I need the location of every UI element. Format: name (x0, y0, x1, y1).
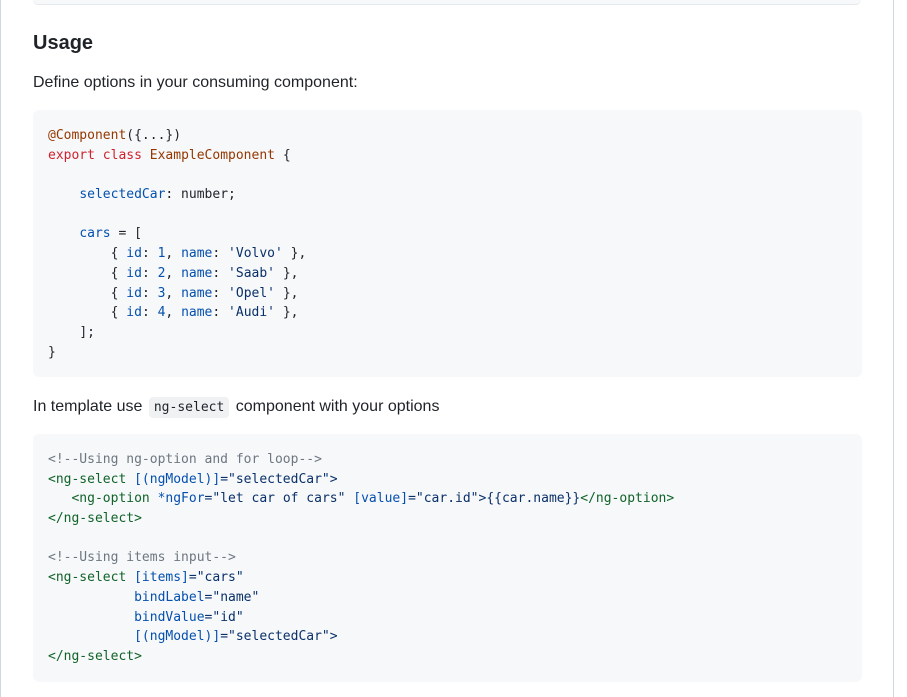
tag-token: </ng-option> (580, 491, 675, 507)
section-heading-usage: Usage (33, 32, 94, 54)
property-token: id (126, 305, 142, 321)
code-line: bindLabel="name" (48, 588, 847, 608)
property-token: selectedCar (79, 187, 166, 203)
code-token: { (110, 285, 127, 301)
code-line: <ng-select [(ngModel)]="selectedCar"> (48, 470, 847, 490)
code-line: <ng-option *ngFor="let car of cars" [val… (48, 489, 847, 509)
code-line: <ng-select [items]="cars" (48, 568, 847, 588)
tag-token: <ng-select (48, 471, 135, 487)
code-line: ]; (48, 323, 847, 343)
code-line: export class ExampleComponent { (48, 146, 847, 166)
class-name-token: ExampleComponent (149, 147, 275, 163)
code-token: }, (275, 305, 299, 321)
inline-code-ng-select: ng-select (148, 397, 230, 418)
string-token: ="id" (204, 609, 244, 625)
string-token: ="selectedCar"> (220, 629, 338, 645)
code-line: cars = [ (48, 224, 847, 244)
previous-code-block-edge (33, 0, 861, 5)
code-token: } (48, 344, 56, 360)
string-token: ="name" (204, 589, 260, 605)
code-token: { (110, 305, 127, 321)
code-token: { (110, 265, 127, 281)
string-token: 'Volvo' (228, 246, 283, 262)
intro-paragraph: Define options in your consuming compone… (33, 74, 358, 91)
property-token: name (181, 246, 213, 262)
property-token: name (181, 285, 213, 301)
comment-token: <!--Using ng-option and for loop--> (48, 452, 322, 467)
code-token: { (110, 246, 127, 262)
attribute-token: bindLabel (134, 589, 205, 605)
tag-token: <ng-select (48, 570, 135, 586)
code-line: { id: 2, name: 'Saab' }, (110, 265, 299, 281)
keyword-token: export (48, 147, 95, 163)
code-token: }, (275, 285, 299, 301)
attribute-token: [value] (353, 491, 409, 507)
code-line: </ng-select> (48, 647, 847, 667)
attribute-token: bindValue (134, 609, 205, 625)
property-token: id (126, 265, 142, 281)
property-token: id (126, 246, 142, 262)
code-line: @Component({...}) (48, 126, 847, 146)
property-token: id (126, 285, 142, 301)
property-token: name (181, 305, 213, 321)
attribute-token: *ngFor (157, 491, 205, 507)
code-token: ]; (79, 324, 95, 340)
string-token: ="let car of cars" (204, 491, 354, 507)
template-text-before: In template use (33, 398, 143, 415)
code-line: selectedCar: number; (48, 185, 847, 205)
code-token: }, (282, 246, 307, 262)
code-line: [(ngModel)]="selectedCar"> (48, 627, 847, 647)
code-line: { id: 1, name: 'Volvo' }, (110, 246, 307, 262)
attribute-token: [(ngModel)] (134, 471, 221, 487)
code-token: : number; (165, 187, 236, 203)
property-token: name (181, 265, 213, 281)
tag-token: <ng-option (71, 491, 158, 507)
attribute-token: [items] (134, 570, 189, 586)
string-token: ="car.id">{{car.name}} (408, 491, 581, 507)
code-line: <!--Using items input--> (48, 548, 847, 568)
attribute-token: [(ngModel)] (134, 629, 221, 645)
code-line: { id: 4, name: 'Audi' }, (110, 305, 299, 321)
property-token: cars (79, 226, 111, 242)
string-token: ="selectedCar"> (220, 471, 338, 487)
decorator-token: @Component (48, 128, 127, 143)
code-token: ({...}) (126, 128, 182, 143)
code-line: <!--Using ng-option and for loop--> (48, 450, 847, 470)
code-block-template[interactable]: <!--Using ng-option and for loop--> <ng-s… (33, 434, 862, 682)
code-line: { id: 3, name: 'Opel' }, (110, 285, 299, 301)
template-paragraph: In template use ng-select component with… (33, 395, 439, 420)
template-text-after: component with your options (235, 398, 440, 415)
string-token: 'Audi' (228, 305, 276, 321)
tag-token: </ng-select> (48, 511, 142, 527)
code-line: bindValue="id" (48, 608, 847, 628)
tag-token: </ng-select> (48, 648, 142, 664)
string-token: 'Saab' (228, 265, 276, 281)
code-block-component[interactable]: @Component({...}) export class ExampleCom… (33, 110, 862, 377)
keyword-token: class (102, 147, 142, 163)
code-token: = [ (110, 226, 142, 242)
comment-token: <!--Using items input--> (48, 550, 236, 566)
code-token: { (275, 147, 291, 163)
code-line: </ng-select> (48, 509, 847, 529)
string-token: ="cars" (188, 570, 244, 586)
string-token: 'Opel' (228, 285, 276, 301)
code-line: } (48, 343, 847, 363)
code-token: }, (275, 265, 299, 281)
